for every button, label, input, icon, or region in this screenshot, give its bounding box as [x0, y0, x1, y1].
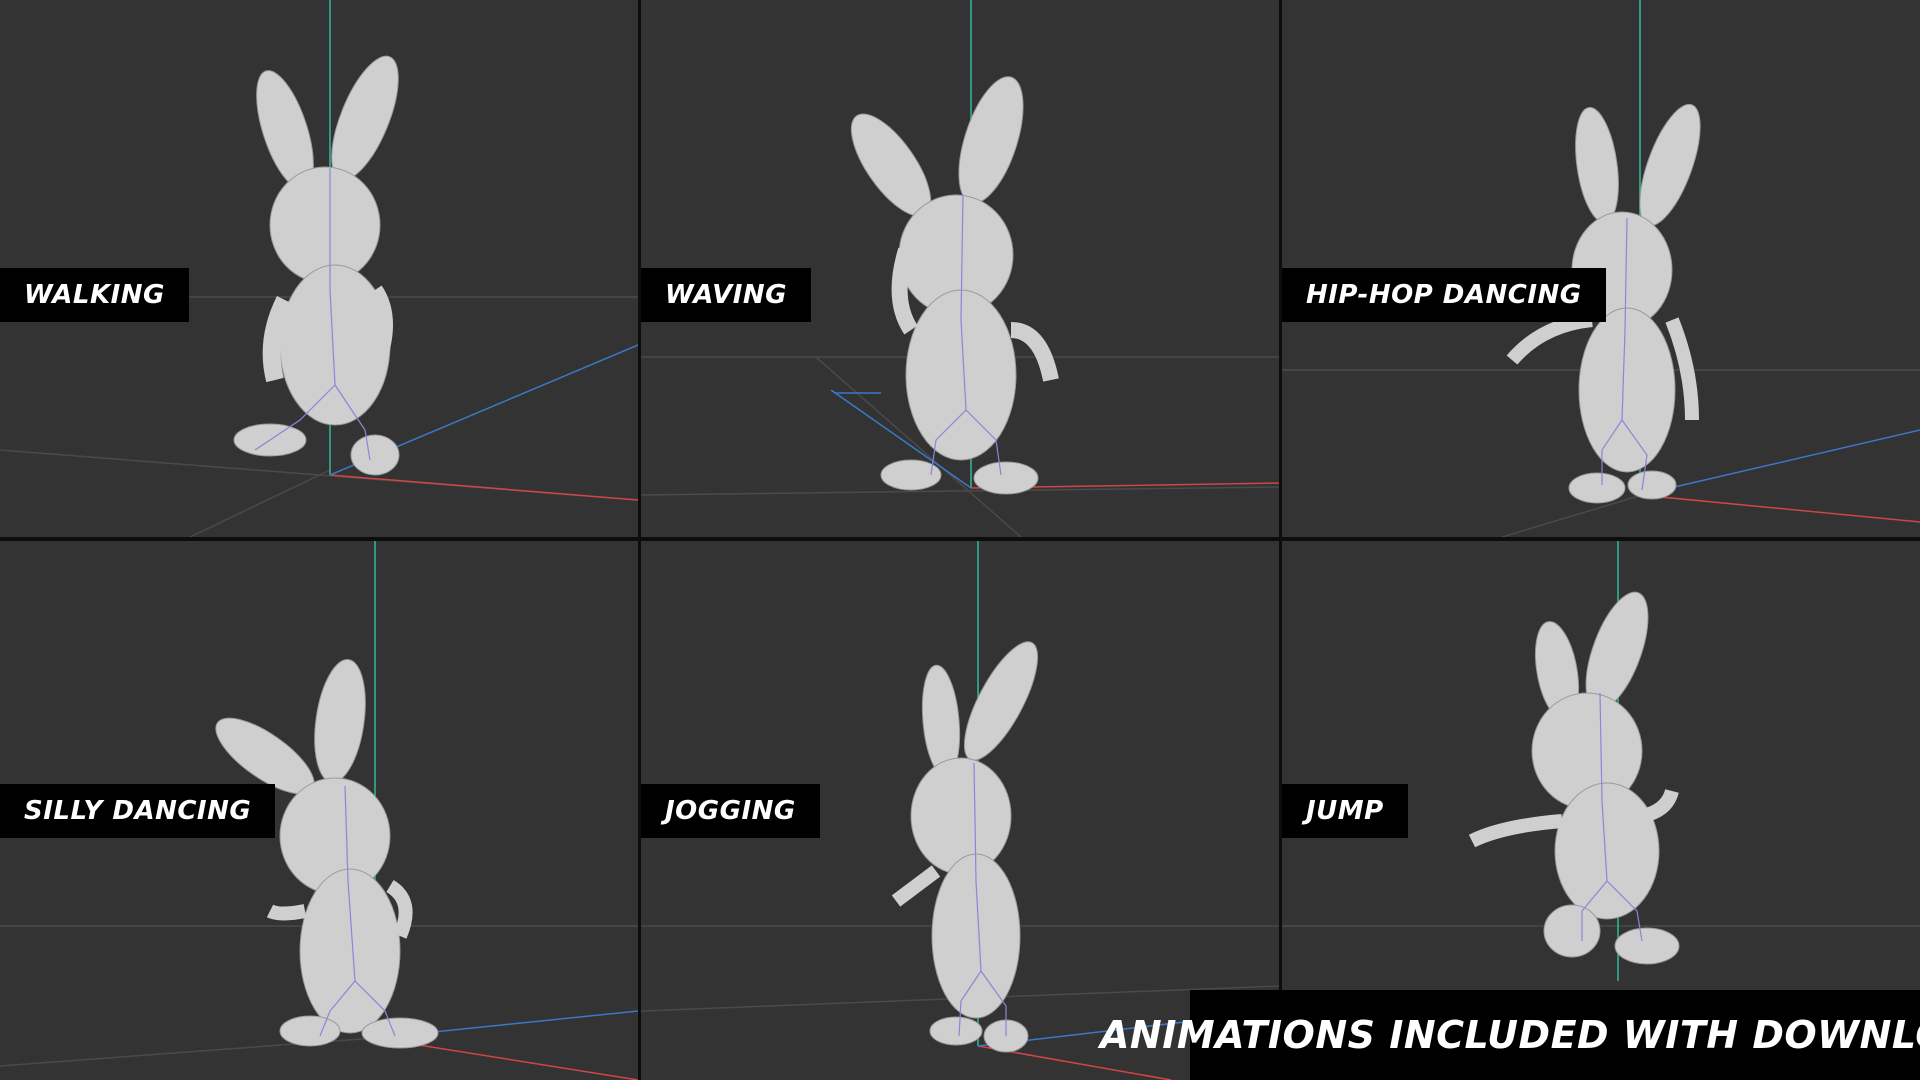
bunny-model — [891, 641, 1039, 1053]
viewport-walking[interactable]: WALKING — [0, 0, 638, 537]
bunny-model — [233, 55, 400, 476]
animation-label: JOGGING — [641, 784, 820, 838]
animation-label: JUMP — [1282, 784, 1408, 838]
y-axis-line — [1639, 429, 1920, 496]
bunny-model — [850, 76, 1059, 495]
x-axis-line — [1639, 494, 1920, 523]
animations-banner: ANIMATIONS INCLUDED WITH DOWNLOAD — [1100, 990, 1920, 1080]
animation-label: WALKING — [0, 268, 189, 322]
viewport-grid: WALKING WAVING HIP-HOP DANCING SILLY DAN… — [0, 0, 1920, 1080]
viewport-waving[interactable]: WAVING — [641, 0, 1279, 537]
x-axis-line — [329, 474, 638, 501]
viewport-jogging[interactable]: JOGGING — [641, 541, 1279, 1080]
animation-label: WAVING — [641, 268, 812, 322]
animation-label: HIP-HOP DANCING — [1282, 268, 1606, 322]
viewport-silly-dancing[interactable]: SILLY DANCING — [0, 541, 638, 1080]
viewport-hip-hop-dancing[interactable]: HIP-HOP DANCING — [1282, 0, 1920, 537]
bunny-model — [1468, 591, 1680, 965]
bunny-model — [215, 659, 439, 1049]
animation-label: SILLY DANCING — [0, 784, 276, 838]
